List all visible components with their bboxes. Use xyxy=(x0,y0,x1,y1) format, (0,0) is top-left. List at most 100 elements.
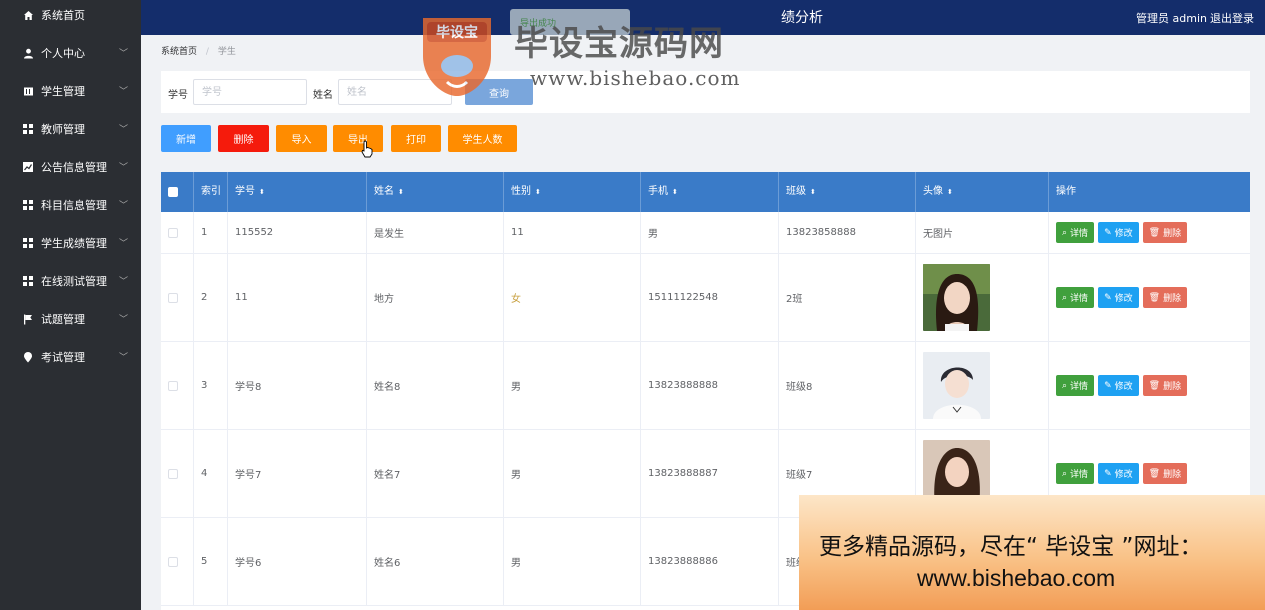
detail-button[interactable]: ⌕ 详情 xyxy=(1056,287,1095,308)
row-checkbox[interactable] xyxy=(168,380,178,391)
row-delete-button[interactable]: 🗑 删除 xyxy=(1142,463,1188,484)
chevron-down-icon: ﹀ xyxy=(118,201,128,211)
cell-index: 3 xyxy=(194,342,228,429)
column-header-gender[interactable]: 性别 ⬍ xyxy=(504,172,641,212)
search-icon: ⌕ xyxy=(1062,227,1068,238)
sidebar-item-label: 学生管理 xyxy=(41,85,85,98)
select-all-checkbox[interactable] xyxy=(168,187,178,197)
edit-button[interactable]: ✎ 修改 xyxy=(1098,287,1139,308)
cell-index: 4 xyxy=(194,430,228,517)
home-icon xyxy=(22,9,34,21)
row-delete-button[interactable]: 🗑 删除 xyxy=(1142,287,1188,308)
sidebar-item-subjects[interactable]: 科目信息管理 ﹀ xyxy=(0,186,141,224)
cell-class: 班级8 xyxy=(779,342,916,429)
chevron-down-icon: ﹀ xyxy=(118,277,128,287)
sidebar-item-label: 科目信息管理 xyxy=(41,199,107,212)
student-count-button[interactable]: 学生人数 xyxy=(448,125,517,152)
sidebar-item-label: 公告信息管理 xyxy=(41,161,107,174)
row-checkbox[interactable] xyxy=(168,292,178,303)
sidebar-item-label: 系统首页 xyxy=(41,9,85,22)
sidebar-item-label: 在线测试管理 xyxy=(41,275,107,288)
breadcrumb-home[interactable]: 系统首页 xyxy=(161,47,197,57)
cell-avatar xyxy=(916,254,1049,341)
column-header-avatar[interactable]: 头像 ⬍ xyxy=(916,172,1049,212)
cell-id: 学号8 xyxy=(228,342,367,429)
sort-icon: ⬍ xyxy=(810,188,816,196)
chevron-down-icon: ﹀ xyxy=(118,125,128,135)
row-delete-button[interactable]: 🗑 删除 xyxy=(1142,222,1188,243)
cell-actions: ⌕ 详情 ✎ 修改 🗑 删除 xyxy=(1049,254,1250,341)
sidebar-item-questions[interactable]: 试题管理 ﹀ xyxy=(0,300,141,338)
sidebar-item-notices[interactable]: 公告信息管理 ﹀ xyxy=(0,148,141,186)
edit-button[interactable]: ✎ 修改 xyxy=(1098,375,1139,396)
chevron-down-icon: ﹀ xyxy=(118,315,128,325)
book-icon xyxy=(22,85,34,97)
delete-button[interactable]: 删除 xyxy=(218,125,269,152)
logout-link[interactable]: 退出登录 xyxy=(1210,10,1254,26)
sidebar-item-scores[interactable]: 学生成绩管理 ﹀ xyxy=(0,224,141,262)
sidebar-item-label: 教师管理 xyxy=(41,123,85,136)
header-user: 管理员 admin xyxy=(1136,12,1207,25)
sidebar-item-students[interactable]: 学生管理 ﹀ xyxy=(0,72,141,110)
cell-phone: 男 xyxy=(641,212,779,253)
cell-gender: 男 xyxy=(504,430,641,517)
row-delete-button[interactable]: 🗑 删除 xyxy=(1142,375,1188,396)
sidebar-item-home[interactable]: 系统首页 xyxy=(0,0,141,34)
add-button[interactable]: 新增 xyxy=(161,125,211,152)
cell-actions: ⌕ 详情 ✎ 修改 🗑 删除 xyxy=(1049,212,1250,253)
edit-button[interactable]: ✎ 修改 xyxy=(1098,463,1139,484)
column-header-name[interactable]: 姓名 ⬍ xyxy=(367,172,504,212)
sidebar-item-exams[interactable]: 考试管理 ﹀ xyxy=(0,338,141,376)
column-header-class[interactable]: 班级 ⬍ xyxy=(779,172,916,212)
sort-icon: ⬍ xyxy=(672,188,678,196)
detail-button[interactable]: ⌕ 详情 xyxy=(1056,375,1095,396)
watermark-logo-text: 毕设宝 xyxy=(436,24,478,41)
sidebar-item-online-tests[interactable]: 在线测试管理 ﹀ xyxy=(0,262,141,300)
sort-icon: ⬍ xyxy=(398,188,404,196)
hand-cursor-icon xyxy=(361,140,373,158)
row-checkbox[interactable] xyxy=(168,227,178,238)
flag-icon xyxy=(22,313,34,325)
cell-gender: 男 xyxy=(504,342,641,429)
sort-icon: ⬍ xyxy=(535,188,541,196)
sidebar-item-label: 个人中心 xyxy=(41,47,85,60)
trash-icon: 🗑 xyxy=(1148,227,1161,238)
cell-gender: 男 xyxy=(504,518,641,605)
sort-icon: ⬍ xyxy=(947,188,953,196)
watermark-title: 毕设宝源码网 xyxy=(514,24,724,64)
select-all-cell xyxy=(161,172,194,212)
breadcrumb: 系统首页 / 学生 xyxy=(161,44,236,57)
row-checkbox[interactable] xyxy=(168,468,178,479)
column-header-phone[interactable]: 手机 ⬍ xyxy=(641,172,779,212)
detail-button[interactable]: ⌕ 详情 xyxy=(1056,463,1095,484)
sidebar-item-teachers[interactable]: 教师管理 ﹀ xyxy=(0,110,141,148)
student-id-input[interactable] xyxy=(193,79,307,105)
print-button[interactable]: 打印 xyxy=(391,125,441,152)
breadcrumb-separator: / xyxy=(205,47,209,57)
cell-index: 2 xyxy=(194,254,228,341)
chevron-down-icon: ﹀ xyxy=(118,87,128,97)
chevron-down-icon: ﹀ xyxy=(118,49,128,59)
edit-icon: ✎ xyxy=(1104,468,1112,479)
cell-name: 姓名8 xyxy=(367,342,504,429)
avatar-image xyxy=(923,264,990,331)
promo-banner: 更多精品源码，尽在“ 毕设宝 ”网址： www.bishebao.com xyxy=(799,495,1265,610)
cell-name: 是发生 xyxy=(367,212,504,253)
column-header-id[interactable]: 学号 ⬍ xyxy=(228,172,367,212)
cell-phone: 15111122548 xyxy=(641,254,779,341)
row-checkbox[interactable] xyxy=(168,556,178,567)
table-header: 索引 学号 ⬍ 姓名 ⬍ 性别 ⬍ 手机 ⬍ 班级 ⬍ 头像 ⬍ 操作 xyxy=(161,172,1250,212)
export-button[interactable]: 导出 xyxy=(333,125,383,152)
cell-class: 2班 xyxy=(779,254,916,341)
cell-id: 115552 xyxy=(228,212,367,253)
edit-button[interactable]: ✎ 修改 xyxy=(1098,222,1139,243)
detail-button[interactable]: ⌕ 详情 xyxy=(1056,222,1095,243)
column-header-index: 索引 xyxy=(194,172,228,212)
cell-index: 5 xyxy=(194,518,228,605)
edit-icon: ✎ xyxy=(1104,380,1112,391)
sort-icon: ⬍ xyxy=(259,188,265,196)
search-icon: ⌕ xyxy=(1062,292,1068,303)
import-button[interactable]: 导入 xyxy=(276,125,327,152)
sidebar-item-profile[interactable]: 个人中心 ﹀ xyxy=(0,34,141,72)
cell-index: 1 xyxy=(194,212,228,253)
